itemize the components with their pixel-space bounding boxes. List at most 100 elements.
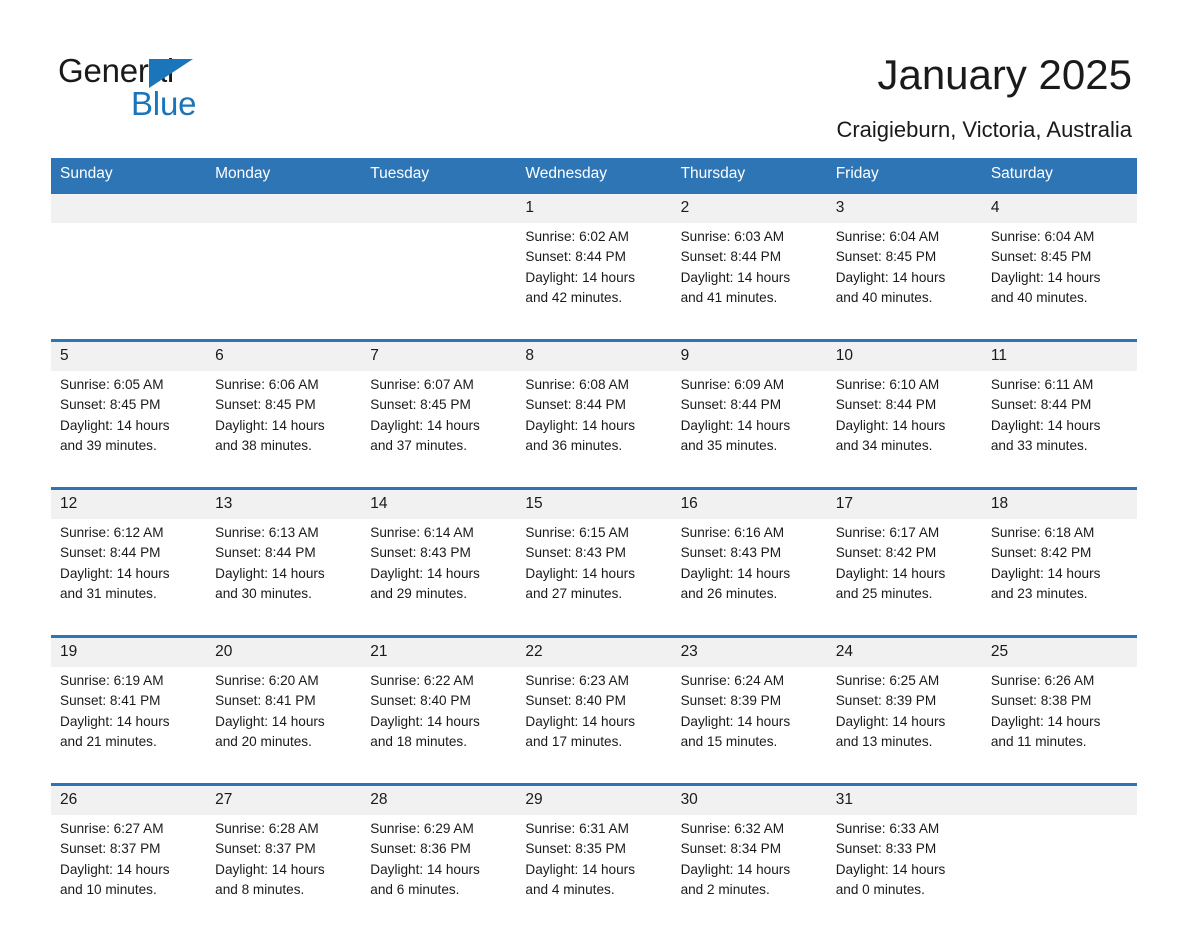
day-number[interactable]: 29	[516, 785, 671, 816]
day-cell[interactable]: Sunrise: 6:09 AM Sunset: 8:44 PM Dayligh…	[672, 371, 827, 489]
sunrise-text: Sunrise: 6:29 AM	[370, 819, 506, 839]
day-number[interactable]: 8	[516, 341, 671, 372]
day-cell[interactable]: Sunrise: 6:20 AM Sunset: 8:41 PM Dayligh…	[206, 667, 361, 785]
daylight-text-line2: and 10 minutes.	[60, 880, 196, 900]
sunrise-text: Sunrise: 6:06 AM	[215, 375, 351, 395]
day-cell[interactable]	[982, 815, 1137, 931]
day-cell[interactable]: Sunrise: 6:31 AM Sunset: 8:35 PM Dayligh…	[516, 815, 671, 931]
sunrise-text: Sunrise: 6:25 AM	[836, 671, 972, 691]
day-number[interactable]: 27	[206, 785, 361, 816]
weekday-header-saturday: Saturday	[982, 158, 1137, 193]
day-cell[interactable]	[206, 223, 361, 341]
sunrise-text: Sunrise: 6:17 AM	[836, 523, 972, 543]
day-number[interactable]: 13	[206, 489, 361, 520]
day-cell[interactable]: Sunrise: 6:25 AM Sunset: 8:39 PM Dayligh…	[827, 667, 982, 785]
day-number[interactable]	[206, 193, 361, 224]
day-cell[interactable]: Sunrise: 6:29 AM Sunset: 8:36 PM Dayligh…	[361, 815, 516, 931]
day-number[interactable]: 4	[982, 193, 1137, 224]
day-cell[interactable]: Sunrise: 6:02 AM Sunset: 8:44 PM Dayligh…	[516, 223, 671, 341]
day-number[interactable]	[982, 785, 1137, 816]
day-number[interactable]: 18	[982, 489, 1137, 520]
day-number[interactable]: 2	[672, 193, 827, 224]
day-number[interactable]: 20	[206, 637, 361, 668]
day-number[interactable]: 28	[361, 785, 516, 816]
day-number[interactable]: 17	[827, 489, 982, 520]
day-number[interactable]	[51, 193, 206, 224]
day-number[interactable]: 26	[51, 785, 206, 816]
day-number[interactable]: 24	[827, 637, 982, 668]
day-cell[interactable]: Sunrise: 6:23 AM Sunset: 8:40 PM Dayligh…	[516, 667, 671, 785]
day-number[interactable]: 10	[827, 341, 982, 372]
day-cell[interactable]: Sunrise: 6:11 AM Sunset: 8:44 PM Dayligh…	[982, 371, 1137, 489]
day-cell[interactable]: Sunrise: 6:15 AM Sunset: 8:43 PM Dayligh…	[516, 519, 671, 637]
day-number[interactable]: 12	[51, 489, 206, 520]
sunrise-text: Sunrise: 6:10 AM	[836, 375, 972, 395]
day-cell[interactable]: Sunrise: 6:18 AM Sunset: 8:42 PM Dayligh…	[982, 519, 1137, 637]
day-cell[interactable]: Sunrise: 6:14 AM Sunset: 8:43 PM Dayligh…	[361, 519, 516, 637]
sunrise-text: Sunrise: 6:31 AM	[525, 819, 661, 839]
sunset-text: Sunset: 8:45 PM	[836, 247, 972, 267]
day-cell[interactable]	[361, 223, 516, 341]
day-number[interactable]: 11	[982, 341, 1137, 372]
daylight-text-line2: and 34 minutes.	[836, 436, 972, 456]
daylight-text-line2: and 35 minutes.	[681, 436, 817, 456]
day-cell[interactable]: Sunrise: 6:05 AM Sunset: 8:45 PM Dayligh…	[51, 371, 206, 489]
day-cell[interactable]: Sunrise: 6:32 AM Sunset: 8:34 PM Dayligh…	[672, 815, 827, 931]
day-cell[interactable]: Sunrise: 6:07 AM Sunset: 8:45 PM Dayligh…	[361, 371, 516, 489]
day-number[interactable]: 6	[206, 341, 361, 372]
sunrise-text: Sunrise: 6:23 AM	[525, 671, 661, 691]
day-cell[interactable]: Sunrise: 6:08 AM Sunset: 8:44 PM Dayligh…	[516, 371, 671, 489]
day-cell[interactable]: Sunrise: 6:13 AM Sunset: 8:44 PM Dayligh…	[206, 519, 361, 637]
day-number[interactable]: 25	[982, 637, 1137, 668]
day-number[interactable]: 31	[827, 785, 982, 816]
day-number[interactable]: 7	[361, 341, 516, 372]
sunrise-text: Sunrise: 6:19 AM	[60, 671, 196, 691]
day-cell[interactable]: Sunrise: 6:19 AM Sunset: 8:41 PM Dayligh…	[51, 667, 206, 785]
day-cell[interactable]: Sunrise: 6:24 AM Sunset: 8:39 PM Dayligh…	[672, 667, 827, 785]
day-number[interactable]: 15	[516, 489, 671, 520]
day-cell[interactable]: Sunrise: 6:04 AM Sunset: 8:45 PM Dayligh…	[982, 223, 1137, 341]
daylight-text-line2: and 13 minutes.	[836, 732, 972, 752]
day-number[interactable]: 19	[51, 637, 206, 668]
day-number[interactable]: 21	[361, 637, 516, 668]
day-cell[interactable]: Sunrise: 6:06 AM Sunset: 8:45 PM Dayligh…	[206, 371, 361, 489]
day-number[interactable]: 14	[361, 489, 516, 520]
weekday-header-sunday: Sunday	[51, 158, 206, 193]
day-cell[interactable]: Sunrise: 6:28 AM Sunset: 8:37 PM Dayligh…	[206, 815, 361, 931]
day-number[interactable]: 23	[672, 637, 827, 668]
daylight-text-line1: Daylight: 14 hours	[681, 564, 817, 584]
sunset-text: Sunset: 8:42 PM	[991, 543, 1127, 563]
daylight-text-line2: and 29 minutes.	[370, 584, 506, 604]
day-number[interactable]: 5	[51, 341, 206, 372]
sunrise-text: Sunrise: 6:24 AM	[681, 671, 817, 691]
day-cell[interactable]: Sunrise: 6:03 AM Sunset: 8:44 PM Dayligh…	[672, 223, 827, 341]
day-number[interactable]	[361, 193, 516, 224]
sunrise-text: Sunrise: 6:11 AM	[991, 375, 1127, 395]
day-cell[interactable]: Sunrise: 6:16 AM Sunset: 8:43 PM Dayligh…	[672, 519, 827, 637]
daylight-text-line2: and 11 minutes.	[991, 732, 1127, 752]
day-cell[interactable]: Sunrise: 6:27 AM Sunset: 8:37 PM Dayligh…	[51, 815, 206, 931]
day-cell[interactable]: Sunrise: 6:10 AM Sunset: 8:44 PM Dayligh…	[827, 371, 982, 489]
day-cell[interactable]	[51, 223, 206, 341]
day-number[interactable]: 9	[672, 341, 827, 372]
daylight-text-line2: and 26 minutes.	[681, 584, 817, 604]
day-number[interactable]: 30	[672, 785, 827, 816]
day-cell[interactable]: Sunrise: 6:12 AM Sunset: 8:44 PM Dayligh…	[51, 519, 206, 637]
calendar-body: 1 2 3 4	[51, 193, 1137, 931]
generalblue-logo[interactable]: General Blue	[58, 52, 358, 122]
day-cell[interactable]: Sunrise: 6:22 AM Sunset: 8:40 PM Dayligh…	[361, 667, 516, 785]
day-number[interactable]: 3	[827, 193, 982, 224]
day-number[interactable]: 22	[516, 637, 671, 668]
day-cell[interactable]: Sunrise: 6:17 AM Sunset: 8:42 PM Dayligh…	[827, 519, 982, 637]
daylight-text-line2: and 41 minutes.	[681, 288, 817, 308]
daylight-text-line1: Daylight: 14 hours	[836, 564, 972, 584]
day-cell[interactable]: Sunrise: 6:04 AM Sunset: 8:45 PM Dayligh…	[827, 223, 982, 341]
day-cell[interactable]: Sunrise: 6:26 AM Sunset: 8:38 PM Dayligh…	[982, 667, 1137, 785]
weekday-header-friday: Friday	[827, 158, 982, 193]
day-cell[interactable]: Sunrise: 6:33 AM Sunset: 8:33 PM Dayligh…	[827, 815, 982, 931]
day-number[interactable]: 1	[516, 193, 671, 224]
logo-text-blue: Blue	[131, 85, 196, 123]
daylight-text-line1: Daylight: 14 hours	[836, 268, 972, 288]
daylight-text-line1: Daylight: 14 hours	[525, 416, 661, 436]
day-number[interactable]: 16	[672, 489, 827, 520]
